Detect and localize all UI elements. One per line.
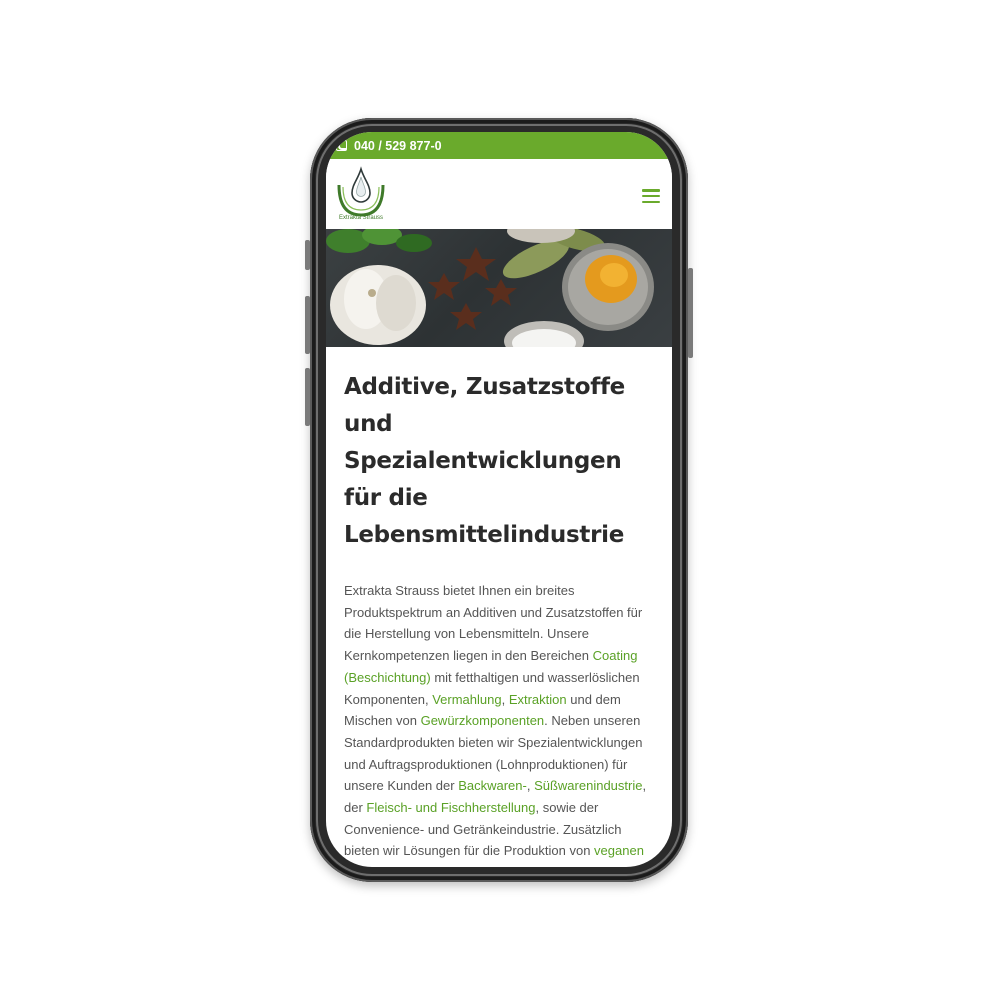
inline-link[interactable]: Backwaren-: [458, 778, 527, 793]
volume-up-button: [305, 296, 310, 354]
volume-down-button: [305, 368, 310, 426]
contact-bar: 040 / 529 877-0: [326, 132, 672, 159]
extrakta-strauss-logo-icon[interactable]: Extrakta Strauss: [335, 165, 387, 221]
paragraph-text: ,: [526, 778, 535, 794]
mute-switch: [305, 240, 310, 270]
inline-link[interactable]: Vermahlung: [432, 692, 501, 707]
page-title: Additive, Zusatzstoffe und Spezialentwic…: [344, 374, 625, 548]
inline-link[interactable]: Gewürzkomponenten: [421, 713, 545, 728]
hero-image: [326, 229, 672, 347]
power-button: [688, 268, 693, 358]
inline-link[interactable]: Fleisch- und Fischherstellung: [366, 800, 535, 815]
phone-screen: 040 / 529 877-0 Extrakta Strauss Additiv…: [326, 132, 672, 867]
main-content: Additive, Zusatzstoffe und Spezialentwic…: [326, 347, 672, 867]
logo-wordmark: Extrakta Strauss: [339, 215, 383, 221]
hamburger-menu-icon[interactable]: [642, 189, 660, 203]
inline-link[interactable]: Extraktion: [509, 692, 567, 707]
phone-icon: [336, 140, 347, 151]
paragraph-text: ,: [501, 691, 509, 707]
phone-frame: 040 / 529 877-0 Extrakta Strauss Additiv…: [305, 118, 693, 882]
inline-link[interactable]: Süßwarenindustrie: [534, 778, 642, 793]
spices-photo-icon: [326, 229, 654, 347]
phone-number-link[interactable]: 040 / 529 877-0: [354, 139, 442, 153]
intro-paragraph: Extrakta Strauss bietet Ihnen ein breite…: [344, 580, 654, 867]
site-header: Extrakta Strauss: [326, 159, 672, 229]
